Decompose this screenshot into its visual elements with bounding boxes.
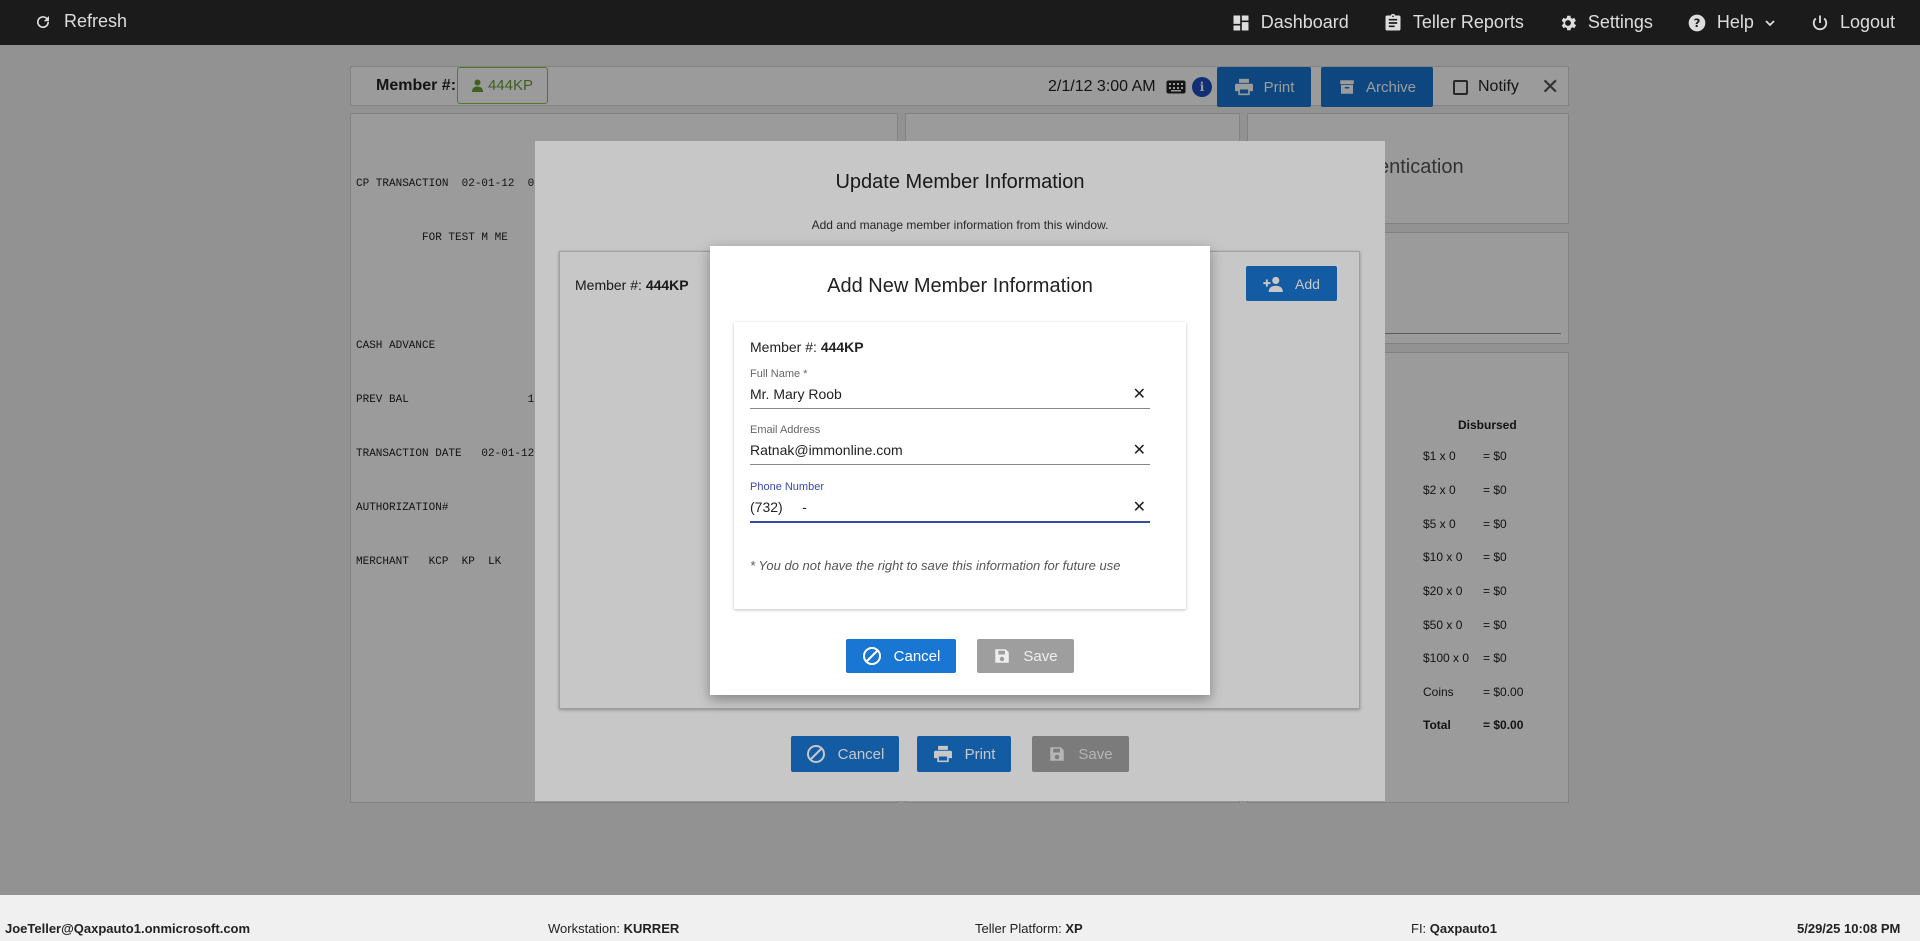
- nav-settings-label: Settings: [1587, 12, 1653, 32]
- full-name-input[interactable]: Mr. Mary Roob: [750, 386, 842, 402]
- status-fi-value: Qaxpauto1: [1429, 921, 1497, 936]
- clipboard-icon: [1383, 13, 1403, 33]
- clear-icon[interactable]: ✕: [1133, 384, 1146, 404]
- nav-dashboard[interactable]: Dashboard: [1231, 12, 1349, 33]
- add-dialog-title: Add New Member Information: [827, 275, 1093, 297]
- full-name-field[interactable]: Full Name * Mr. Mary Roob ✕: [750, 368, 1150, 409]
- status-platform-value: XP: [1065, 921, 1083, 936]
- refresh-icon: [34, 13, 52, 31]
- nav-settings[interactable]: Settings: [1558, 12, 1653, 33]
- email-field[interactable]: Email Address Ratnak@immonline.com ✕: [750, 424, 1150, 465]
- cancel-label: Cancel: [893, 647, 941, 665]
- dashboard-icon: [1231, 13, 1251, 33]
- status-workstation-value: KURRER: [623, 921, 680, 936]
- svg-text:?: ?: [1694, 16, 1701, 30]
- save-label: Save: [1023, 647, 1058, 665]
- input-underline: [750, 464, 1150, 465]
- status-datetime: 5/29/25 10:08 PM: [1797, 921, 1900, 936]
- phone-input[interactable]: (732) -: [750, 499, 807, 515]
- email-label: Email Address: [750, 424, 821, 436]
- add-dialog-member: Member #: 444KP: [750, 339, 864, 355]
- nav-teller-reports-label: Teller Reports: [1412, 12, 1524, 32]
- save-icon: [993, 647, 1011, 665]
- refresh-button[interactable]: Refresh: [34, 11, 127, 32]
- nav-teller-reports[interactable]: Teller Reports: [1383, 12, 1524, 33]
- status-fi-label: FI:: [1411, 921, 1427, 936]
- status-workstation: Workstation: KURRER: [548, 921, 679, 936]
- status-fi: FI: Qaxpauto1: [1411, 921, 1497, 936]
- gear-icon: [1558, 13, 1578, 33]
- status-platform-label: Teller Platform:: [975, 921, 1062, 936]
- member-id: 444KP: [820, 339, 864, 355]
- help-icon: ?: [1687, 13, 1707, 33]
- cancel-icon: [862, 646, 882, 666]
- nav-help[interactable]: ? Help: [1687, 12, 1776, 33]
- status-bar: JoeTeller@Qaxpauto1.onmicrosoft.com Work…: [0, 917, 1920, 941]
- nav-logout[interactable]: Logout: [1810, 12, 1895, 33]
- status-platform: Teller Platform: XP: [975, 921, 1083, 936]
- status-datetime-value: 5/29/25 10:08 PM: [1797, 921, 1901, 936]
- status-user: JoeTeller@Qaxpauto1.onmicrosoft.com: [5, 921, 250, 936]
- clear-icon[interactable]: ✕: [1133, 497, 1146, 517]
- phone-label: Phone Number: [750, 481, 824, 493]
- power-icon: [1810, 13, 1830, 33]
- refresh-label: Refresh: [64, 11, 128, 31]
- input-underline: [750, 521, 1150, 523]
- phone-field[interactable]: Phone Number (732) - ✕: [750, 481, 1150, 523]
- email-input[interactable]: Ratnak@immonline.com: [750, 442, 903, 458]
- add-cancel-button[interactable]: Cancel: [846, 639, 956, 673]
- add-member-dialog: Add New Member Information Member #: 444…: [710, 246, 1210, 695]
- full-name-label: Full Name *: [750, 368, 808, 380]
- status-workstation-label: Workstation:: [548, 921, 621, 936]
- save-permission-note: * You do not have the right to save this…: [750, 558, 1121, 573]
- nav-dashboard-label: Dashboard: [1260, 12, 1349, 32]
- nav-help-label: Help: [1716, 12, 1754, 32]
- add-member-form: Member #: 444KP Full Name * Mr. Mary Roo…: [734, 322, 1186, 609]
- clear-icon[interactable]: ✕: [1133, 440, 1146, 460]
- nav-logout-label: Logout: [1839, 12, 1895, 32]
- input-underline: [750, 408, 1150, 409]
- member-label: Member #:: [750, 339, 817, 355]
- chevron-down-icon: [1764, 17, 1776, 29]
- top-navigation-bar: Refresh Dashboard Teller Reports Setting…: [0, 0, 1920, 45]
- add-save-button[interactable]: Save: [977, 639, 1074, 673]
- status-user-value: JoeTeller@Qaxpauto1.onmicrosoft.com: [5, 921, 251, 936]
